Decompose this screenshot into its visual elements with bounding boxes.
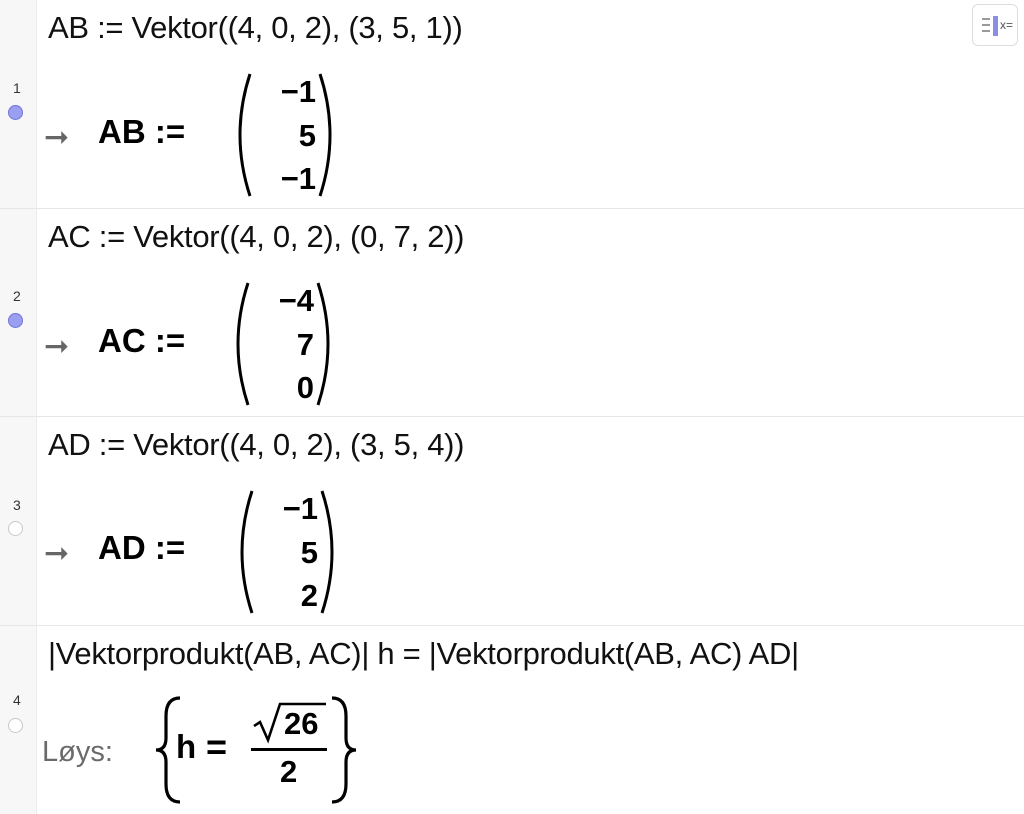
row-gutter: 2 [0, 209, 37, 416]
right-arrow-icon: ➞ [44, 330, 70, 363]
vector-component-x: −1 [282, 491, 318, 526]
cas-row-2[interactable]: 2 AC := Vektor((4, 0, 2), (0, 7, 2)) ➞ A… [0, 209, 1024, 417]
solution-numerator: 26 [284, 706, 319, 741]
vector-component-z: −1 [280, 161, 316, 196]
output-vector: −1 5 −1 [228, 70, 338, 200]
row-gutter: 3 [0, 417, 37, 625]
visibility-toggle-dot[interactable] [8, 313, 23, 328]
cas-row-1[interactable]: 1 AB := Vektor((4, 0, 2), (3, 5, 1)) ➞ A… [0, 0, 1024, 209]
vector-component-z: 0 [296, 370, 314, 405]
row-number: 4 [13, 692, 21, 708]
output-label: AC := [98, 322, 186, 359]
output-vector: −1 5 2 [230, 487, 340, 617]
right-arrow-icon: ➞ [44, 121, 70, 154]
vector-component-y: 5 [298, 118, 316, 153]
row-number: 3 [13, 497, 21, 513]
vector-component-x: −4 [278, 283, 314, 318]
vector-component-y: 5 [300, 535, 318, 570]
row-gutter: 1 [0, 0, 37, 208]
row-gutter: 4 [0, 626, 37, 814]
fraction-bar [251, 748, 327, 751]
vector-component-x: −1 [280, 74, 316, 109]
solve-label: Løys: [42, 736, 113, 768]
cas-view: x= 1 AB := Vektor((4, 0, 2), (3, 5, 1)) … [0, 0, 1024, 814]
cas-row-3[interactable]: 3 AD := Vektor((4, 0, 2), (3, 5, 4)) ➞ A… [0, 417, 1024, 626]
cas-input[interactable]: AD := Vektor((4, 0, 2), (3, 5, 4)) [48, 427, 465, 463]
output-label: AB := [98, 113, 186, 150]
vector-component-y: 7 [296, 327, 314, 362]
right-brace [331, 696, 357, 804]
visibility-toggle-dot[interactable] [8, 718, 23, 733]
cas-input[interactable]: AC := Vektor((4, 0, 2), (0, 7, 2)) [48, 219, 465, 255]
solution-equals: = [206, 726, 228, 767]
visibility-toggle-dot[interactable] [8, 521, 23, 536]
row-number: 2 [13, 288, 21, 304]
solution-variable: h [176, 728, 197, 765]
output-label: AD := [98, 529, 186, 566]
visibility-toggle-dot[interactable] [8, 105, 23, 120]
cas-input[interactable]: AB := Vektor((4, 0, 2), (3, 5, 1)) [48, 10, 463, 46]
row-number: 1 [13, 80, 21, 96]
vector-component-z: 2 [300, 578, 318, 613]
cas-row-4[interactable]: 4 |Vektorprodukt(AB, AC)| h = |Vektorpro… [0, 626, 1024, 814]
solution-denominator: 2 [280, 754, 298, 789]
cas-input[interactable]: |Vektorprodukt(AB, AC)| h = |Vektorprodu… [48, 636, 799, 672]
output-vector: −4 7 0 [226, 279, 336, 409]
right-arrow-icon: ➞ [44, 537, 70, 570]
